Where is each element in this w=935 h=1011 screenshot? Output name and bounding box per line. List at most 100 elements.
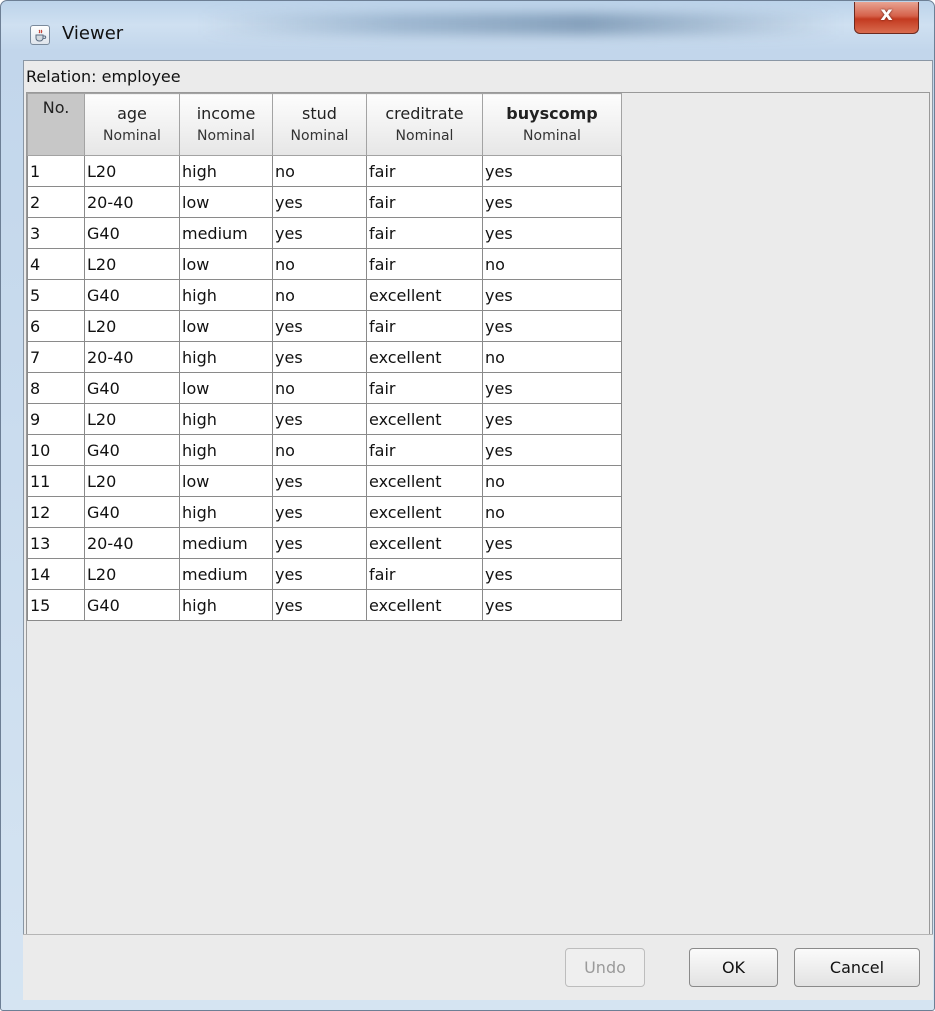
table-cell[interactable]: no — [272, 372, 367, 404]
table-row[interactable]: 11 L20 low yes excellent no — [27, 465, 622, 497]
table-row[interactable]: 4 L20 low no fair no — [27, 248, 622, 280]
table-cell[interactable]: fair — [366, 217, 483, 249]
column-header-income[interactable]: income Nominal — [179, 93, 273, 156]
table-cell[interactable]: no — [272, 155, 367, 187]
table-cell[interactable]: 9 — [27, 403, 85, 435]
table-cell[interactable]: yes — [272, 589, 367, 621]
table-cell[interactable]: low — [179, 248, 273, 280]
table-cell[interactable]: yes — [482, 434, 622, 466]
table-cell[interactable]: G40 — [84, 217, 180, 249]
table-row[interactable]: 12 G40 high yes excellent no — [27, 496, 622, 528]
table-cell[interactable]: high — [179, 403, 273, 435]
table-row[interactable]: 5 G40 high no excellent yes — [27, 279, 622, 311]
table-cell[interactable]: 3 — [27, 217, 85, 249]
table-cell[interactable]: excellent — [366, 589, 483, 621]
table-row[interactable]: 7 20-40 high yes excellent no — [27, 341, 622, 373]
table-cell[interactable]: high — [179, 341, 273, 373]
table-cell[interactable]: yes — [482, 310, 622, 342]
table-cell[interactable]: 20-40 — [84, 527, 180, 559]
table-cell[interactable]: low — [179, 372, 273, 404]
table-cell[interactable]: G40 — [84, 279, 180, 311]
table-row[interactable]: 15 G40 high yes excellent yes — [27, 589, 622, 621]
table-cell[interactable]: fair — [366, 372, 483, 404]
table-cell[interactable]: high — [179, 434, 273, 466]
table-cell[interactable]: no — [482, 465, 622, 497]
table-cell[interactable]: 6 — [27, 310, 85, 342]
table-cell[interactable]: G40 — [84, 372, 180, 404]
table-cell[interactable]: high — [179, 155, 273, 187]
table-cell[interactable]: L20 — [84, 558, 180, 590]
table-cell[interactable]: yes — [482, 186, 622, 218]
table-row[interactable]: 1 L20 high no fair yes — [27, 155, 622, 187]
table-cell[interactable]: L20 — [84, 465, 180, 497]
title-bar[interactable]: Viewer x — [1, 1, 934, 59]
table-cell[interactable]: yes — [272, 186, 367, 218]
table-cell[interactable]: yes — [272, 465, 367, 497]
table-cell[interactable]: no — [272, 248, 367, 280]
table-cell[interactable]: L20 — [84, 310, 180, 342]
undo-button[interactable]: Undo — [565, 948, 645, 987]
table-cell[interactable]: yes — [272, 310, 367, 342]
table-cell[interactable]: excellent — [366, 527, 483, 559]
table-cell[interactable]: excellent — [366, 279, 483, 311]
table-row[interactable]: 10 G40 high no fair yes — [27, 434, 622, 466]
table-cell[interactable]: 8 — [27, 372, 85, 404]
table-cell[interactable]: yes — [482, 558, 622, 590]
table-cell[interactable]: 20-40 — [84, 341, 180, 373]
table-cell[interactable]: 13 — [27, 527, 85, 559]
table-cell[interactable]: low — [179, 186, 273, 218]
table-cell[interactable]: no — [272, 279, 367, 311]
table-cell[interactable]: no — [272, 434, 367, 466]
table-cell[interactable]: 1 — [27, 155, 85, 187]
table-cell[interactable]: 7 — [27, 341, 85, 373]
column-header-buyscomp[interactable]: buyscomp Nominal — [482, 93, 622, 156]
table-cell[interactable]: yes — [272, 403, 367, 435]
table-cell[interactable]: 4 — [27, 248, 85, 280]
table-row[interactable]: 8 G40 low no fair yes — [27, 372, 622, 404]
table-cell[interactable]: yes — [482, 589, 622, 621]
table-cell[interactable]: L20 — [84, 248, 180, 280]
table-cell[interactable]: G40 — [84, 589, 180, 621]
table-cell[interactable]: excellent — [366, 403, 483, 435]
column-header-no[interactable]: No. — [27, 93, 85, 156]
table-cell[interactable]: yes — [272, 558, 367, 590]
table-cell[interactable]: yes — [272, 341, 367, 373]
table-cell[interactable]: excellent — [366, 341, 483, 373]
data-table-scroll-area[interactable]: No. age Nominal income Nominal stud Nomi… — [26, 92, 930, 994]
table-cell[interactable]: yes — [482, 279, 622, 311]
table-cell[interactable]: low — [179, 310, 273, 342]
table-cell[interactable]: excellent — [366, 465, 483, 497]
table-cell[interactable]: yes — [482, 155, 622, 187]
table-cell[interactable]: L20 — [84, 403, 180, 435]
table-cell[interactable]: 12 — [27, 496, 85, 528]
column-header-creditrate[interactable]: creditrate Nominal — [366, 93, 483, 156]
table-row[interactable]: 13 20-40 medium yes excellent yes — [27, 527, 622, 559]
close-button[interactable]: x — [854, 2, 919, 34]
table-cell[interactable]: yes — [482, 217, 622, 249]
table-cell[interactable]: yes — [482, 403, 622, 435]
table-cell[interactable]: no — [482, 341, 622, 373]
table-cell[interactable]: fair — [366, 186, 483, 218]
table-cell[interactable]: high — [179, 589, 273, 621]
table-cell[interactable]: 20-40 — [84, 186, 180, 218]
table-cell[interactable]: 14 — [27, 558, 85, 590]
table-cell[interactable]: medium — [179, 527, 273, 559]
column-header-age[interactable]: age Nominal — [84, 93, 180, 156]
table-cell[interactable]: 5 — [27, 279, 85, 311]
table-cell[interactable]: G40 — [84, 496, 180, 528]
table-cell[interactable]: G40 — [84, 434, 180, 466]
table-cell[interactable]: yes — [482, 372, 622, 404]
table-cell[interactable]: yes — [482, 527, 622, 559]
table-cell[interactable]: no — [482, 248, 622, 280]
table-cell[interactable]: medium — [179, 217, 273, 249]
table-row[interactable]: 3 G40 medium yes fair yes — [27, 217, 622, 249]
table-cell[interactable]: fair — [366, 310, 483, 342]
table-cell[interactable]: high — [179, 496, 273, 528]
table-cell[interactable]: L20 — [84, 155, 180, 187]
table-cell[interactable]: medium — [179, 558, 273, 590]
table-cell[interactable]: 10 — [27, 434, 85, 466]
column-header-stud[interactable]: stud Nominal — [272, 93, 367, 156]
table-cell[interactable]: low — [179, 465, 273, 497]
table-cell[interactable]: 11 — [27, 465, 85, 497]
table-cell[interactable]: excellent — [366, 496, 483, 528]
